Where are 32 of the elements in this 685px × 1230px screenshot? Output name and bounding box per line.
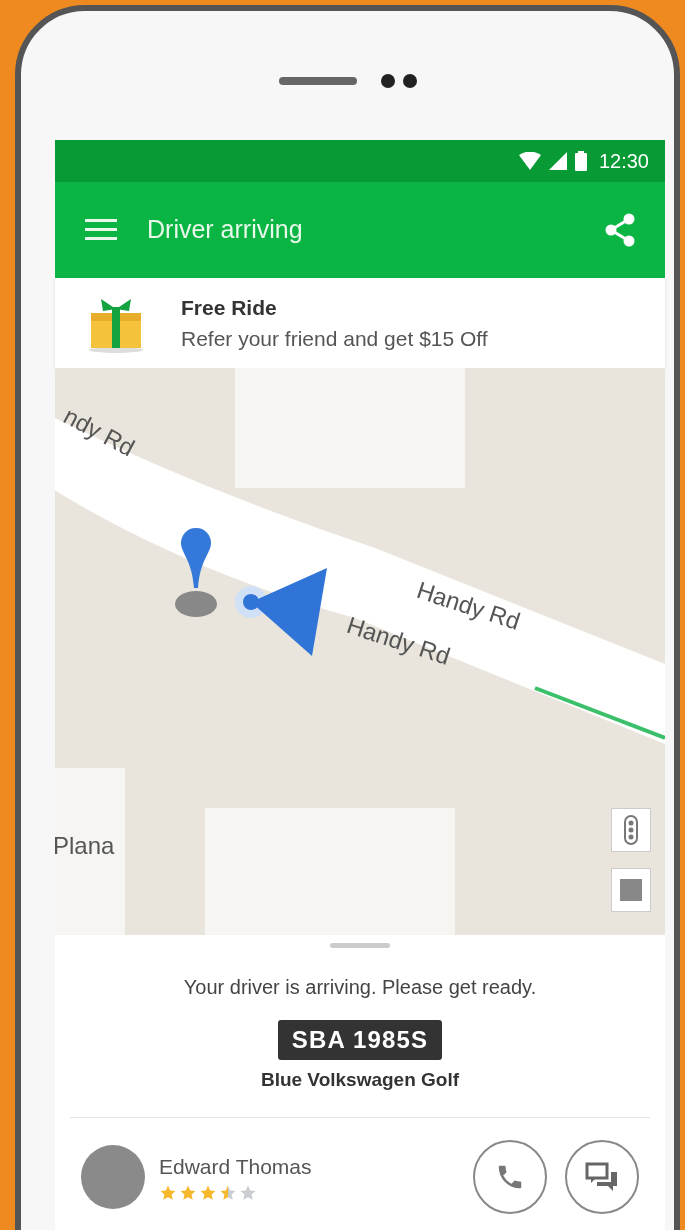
promo-title: Free Ride [181,294,278,321]
square-icon [620,879,642,901]
map-label: ndy Rd [58,400,141,464]
star-icon [179,1184,197,1203]
star-icon [239,1184,257,1203]
traffic-light-icon [624,815,638,845]
license-plate: SBA 1985S [277,1020,443,1060]
stop-button[interactable] [611,868,651,912]
menu-icon[interactable] [85,219,117,241]
signal-icon [548,152,567,170]
camera-dots [380,73,417,88]
call-button[interactable] [473,1139,547,1214]
wifi-icon [518,152,541,170]
pickup-pin-icon [173,528,219,618]
drag-handle[interactable] [330,943,390,948]
chat-button[interactable] [565,1139,639,1214]
car-description: Blue Volkswagen Golf [260,1068,460,1092]
traffic-button[interactable] [611,808,651,852]
star-icon [199,1184,217,1203]
chat-icon [585,1161,619,1192]
promo-banner[interactable]: Free Ride Refer your friend and get $15 Off [55,278,665,368]
driver-name: Edward Thomas [159,1153,313,1180]
arrival-message: Your driver is arriving. Please get ready. [183,975,537,1000]
star-icon [219,1184,237,1203]
screen-title: Driver arriving [147,214,304,246]
map-view[interactable]: ndy Rd Handy Rd Handy Rd Plana [55,368,665,935]
star-icon [159,1184,177,1203]
promo-subtitle: Refer your friend and get $15 Off [181,326,488,352]
share-icon[interactable] [605,213,635,247]
battery-icon [574,151,587,171]
map-label: Plana [55,831,115,861]
status-time: 12:30 [598,149,649,174]
